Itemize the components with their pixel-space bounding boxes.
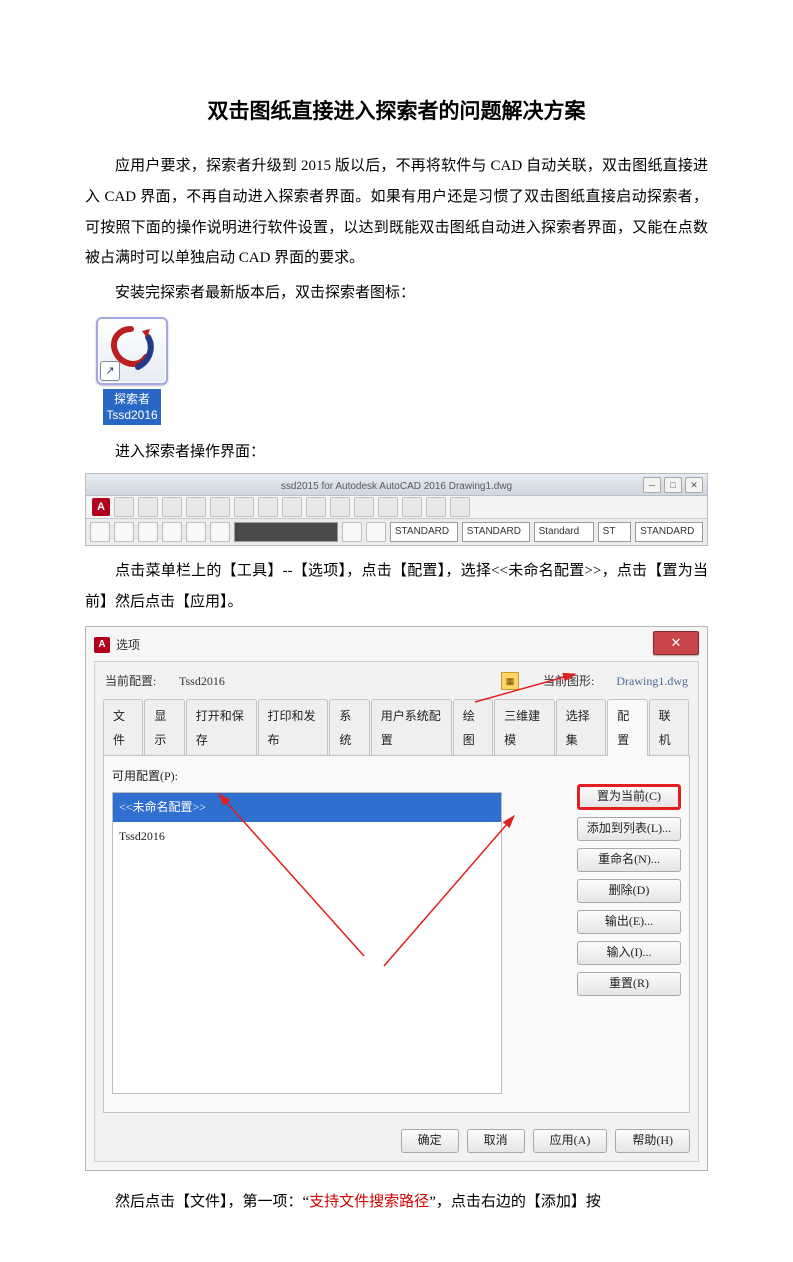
list-item[interactable]: <<未命名配置>>: [113, 793, 501, 822]
current-drawing-name: Drawing1.dwg: [616, 669, 688, 694]
dialog-bottom-buttons: 确定 取消 应用(A) 帮助(H): [95, 1121, 698, 1161]
style-combo[interactable]: ST: [598, 522, 631, 542]
tool-button[interactable]: [138, 522, 158, 542]
tab-3d-modeling[interactable]: 三维建模: [494, 699, 555, 756]
style-combo[interactable]: Standard: [534, 522, 594, 542]
dialog-side-buttons: 置为当前(C) 添加到列表(L)... 重命名(N)... 删除(D) 输出(E…: [577, 784, 681, 996]
window-control-buttons: ─ □ ✕: [643, 477, 703, 493]
paragraph-1: 应用户要求，探索者升级到 2015 版以后，不再将软件与 CAD 自动关联，双击…: [85, 151, 708, 274]
menu-icon[interactable]: [378, 497, 398, 517]
menu-icon[interactable]: [138, 497, 158, 517]
shortcut-label: 探索者 Tssd2016: [103, 389, 160, 425]
menu-icon[interactable]: [282, 497, 302, 517]
profiles-listbox[interactable]: <<未命名配置>> Tssd2016: [112, 792, 502, 1094]
import-button[interactable]: 输入(I)...: [577, 941, 681, 965]
menu-icon[interactable]: [306, 497, 326, 517]
menu-icon[interactable]: [426, 497, 446, 517]
menu-icon[interactable]: [234, 497, 254, 517]
tab-profiles[interactable]: 配置: [607, 699, 647, 756]
tab-system[interactable]: 系统: [329, 699, 369, 756]
tool-button[interactable]: [342, 522, 362, 542]
tab-user-sys-config[interactable]: 用户系统配置: [371, 699, 452, 756]
layer-combo[interactable]: [234, 522, 338, 542]
paragraph-2: 安装完探索者最新版本后，双击探索者图标：: [85, 278, 708, 309]
dialog-app-icon: A: [94, 637, 110, 653]
autocad-logo-icon[interactable]: A: [92, 498, 110, 516]
drawing-file-icon: ▦: [501, 672, 519, 690]
add-to-list-button[interactable]: 添加到列表(L)...: [577, 817, 681, 841]
tab-open-save[interactable]: 打开和保存: [186, 699, 257, 756]
tool-button[interactable]: [210, 522, 230, 542]
tab-online[interactable]: 联机: [649, 699, 689, 756]
tab-file[interactable]: 文件: [103, 699, 143, 756]
dialog-title: 选项: [116, 633, 140, 658]
cad-window-titlebar: ssd2015 for Autodesk AutoCAD 2016 Drawin…: [86, 474, 707, 496]
para5-post: ”，点击右边的【添加】按: [429, 1194, 601, 1210]
current-config-label: 当前配置:: [105, 669, 161, 694]
cad-toolbar-screenshot: ssd2015 for Autodesk AutoCAD 2016 Drawin…: [85, 473, 708, 546]
tab-display[interactable]: 显示: [144, 699, 184, 756]
para5-red: 支持文件搜索路径: [309, 1194, 429, 1210]
export-button[interactable]: 输出(E)...: [577, 910, 681, 934]
shortcut-overlay-icon: [100, 361, 120, 381]
tool-button[interactable]: [162, 522, 182, 542]
delete-button[interactable]: 删除(D): [577, 879, 681, 903]
tool-button[interactable]: [366, 522, 386, 542]
cad-tool-row: STANDARD STANDARD Standard ST STANDARD: [86, 519, 707, 545]
style-combo[interactable]: STANDARD: [462, 522, 530, 542]
menu-icon[interactable]: [114, 497, 134, 517]
ok-button[interactable]: 确定: [401, 1129, 459, 1153]
cancel-button[interactable]: 取消: [467, 1129, 525, 1153]
para5-pre: 然后点击【文件】，第一项：“: [115, 1194, 309, 1210]
shortcut-label-line1: 探索者: [114, 392, 150, 406]
desktop-shortcut-icon[interactable]: 探索者 Tssd2016: [89, 317, 175, 431]
close-icon[interactable]: ✕: [685, 477, 703, 493]
paragraph-3: 进入探索者操作界面：: [85, 437, 708, 468]
menu-icon[interactable]: [330, 497, 350, 517]
tool-button[interactable]: [114, 522, 134, 542]
menu-icon[interactable]: [402, 497, 422, 517]
tool-button[interactable]: [90, 522, 110, 542]
menu-icon[interactable]: [258, 497, 278, 517]
style-combo[interactable]: STANDARD: [390, 522, 458, 542]
current-drawing-label: 当前图形:: [543, 669, 594, 694]
menu-icon[interactable]: [186, 497, 206, 517]
page-title: 双击图纸直接进入探索者的问题解决方案: [85, 90, 708, 133]
minimize-icon[interactable]: ─: [643, 477, 661, 493]
tab-print-publish[interactable]: 打印和发布: [258, 699, 329, 756]
set-current-button[interactable]: 置为当前(C): [577, 784, 681, 810]
menu-icon[interactable]: [162, 497, 182, 517]
apply-button[interactable]: 应用(A): [533, 1129, 608, 1153]
options-dialog-screenshot: A 选项 ✕ 当前配置: Tssd2016 ▦ 当前图形: Drawing1.d…: [85, 626, 708, 1171]
tool-button[interactable]: [186, 522, 206, 542]
shortcut-tile: [96, 317, 168, 385]
list-item[interactable]: Tssd2016: [113, 822, 501, 851]
menu-icon[interactable]: [354, 497, 374, 517]
shortcut-label-line2: Tssd2016: [106, 408, 157, 422]
dialog-panel: 可用配置(P): <<未命名配置>> Tssd2016 置为当前(C) 添加到列…: [103, 755, 690, 1113]
tab-selection[interactable]: 选择集: [556, 699, 607, 756]
menu-icon[interactable]: [450, 497, 470, 517]
menu-icon[interactable]: [210, 497, 230, 517]
maximize-icon[interactable]: □: [664, 477, 682, 493]
cad-window-title: ssd2015 for Autodesk AutoCAD 2016 Drawin…: [281, 477, 512, 498]
paragraph-4: 点击菜单栏上的【工具】--【选项】，点击【配置】，选择<<未命名配置>>，点击【…: [85, 556, 708, 618]
rename-button[interactable]: 重命名(N)...: [577, 848, 681, 872]
dialog-tabs: 文件 显示 打开和保存 打印和发布 系统 用户系统配置 绘图 三维建模 选择集 …: [95, 698, 698, 755]
paragraph-5: 然后点击【文件】，第一项：“支持文件搜索路径”，点击右边的【添加】按: [85, 1187, 708, 1218]
cad-menu-row: A: [86, 496, 707, 519]
current-config-value: Tssd2016: [179, 669, 299, 694]
dialog-close-button[interactable]: ✕: [653, 631, 699, 655]
dialog-status-row: 当前配置: Tssd2016 ▦ 当前图形: Drawing1.dwg: [95, 662, 698, 698]
reset-button[interactable]: 重置(R): [577, 972, 681, 996]
help-button[interactable]: 帮助(H): [615, 1129, 690, 1153]
tab-draw[interactable]: 绘图: [453, 699, 493, 756]
style-combo[interactable]: STANDARD: [635, 522, 703, 542]
